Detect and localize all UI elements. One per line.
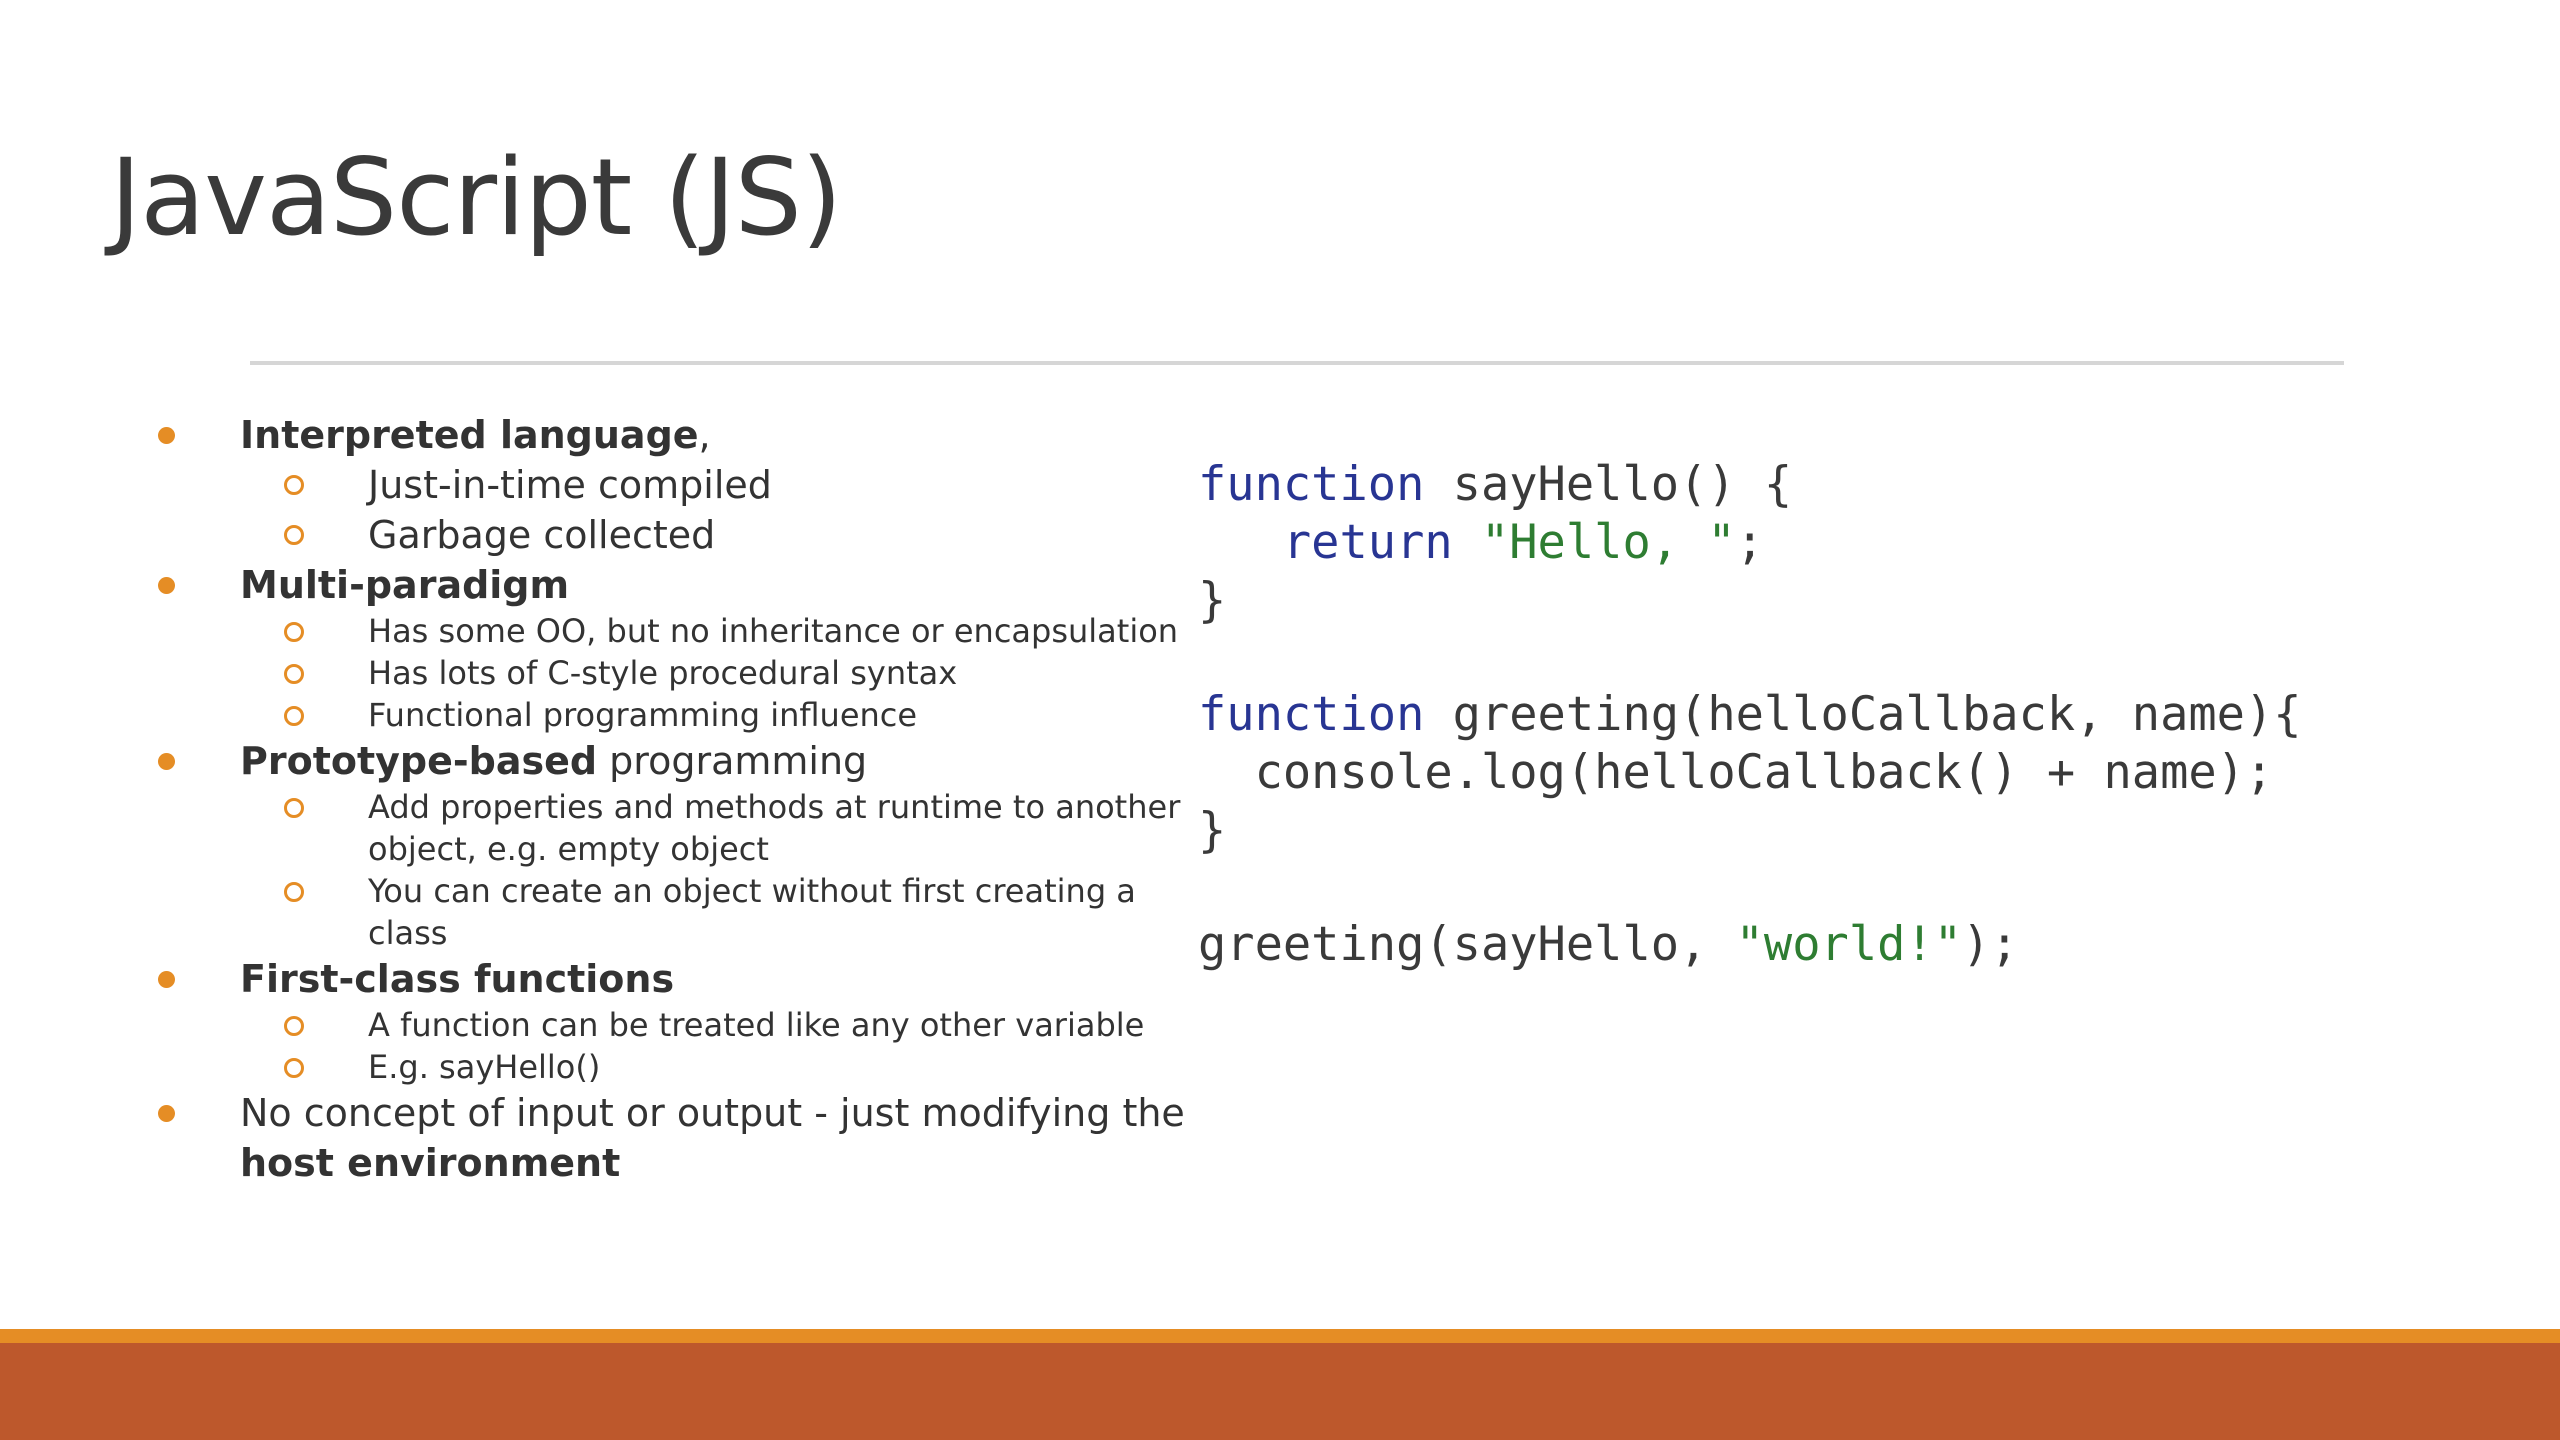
code-line: } <box>1198 802 2302 860</box>
bullet-text: No concept of input or output - just mod… <box>240 1091 1185 1135</box>
title-divider <box>250 361 2344 365</box>
code-string: "Hello, " <box>1480 515 1736 570</box>
sub-bullet-no-class: You can create an object without first c… <box>150 870 1190 954</box>
code-line: greeting(sayHello, "world!"); <box>1198 916 2302 974</box>
sub-bullet-variable: A function can be treated like any other… <box>150 1004 1190 1046</box>
sub-list: Add properties and methods at runtime to… <box>240 786 1190 954</box>
bullet-multi-paradigm: Multi-paradigm Has some OO, but no inher… <box>150 560 1190 736</box>
bullet-host-environment: No concept of input or output - just mod… <box>150 1088 1190 1188</box>
sub-bullet-c-style: Has lots of C-style procedural syntax <box>150 652 1190 694</box>
code-text: greeting(helloCallback, name){ <box>1424 687 2302 742</box>
sub-bullet-example: E.g. sayHello() <box>150 1046 1190 1088</box>
code-line: function greeting(helloCallback, name){ <box>1198 686 2302 744</box>
sub-bullet-oo: Has some OO, but no inheritance or encap… <box>150 610 1190 652</box>
code-keyword: return <box>1282 515 1453 570</box>
code-text: console.log(helloCallback() + name); <box>1198 745 2274 800</box>
sub-bullet-runtime-props: Add properties and methods at runtime to… <box>150 786 1190 870</box>
bullet-list: Interpreted language, Just-in-time compi… <box>150 410 1190 1188</box>
code-text: greeting(sayHello, <box>1198 917 1736 972</box>
code-text: ); <box>1962 917 2019 972</box>
bullet-prototype-based: Prototype-based programming Add properti… <box>150 736 1190 954</box>
code-text: ; <box>1735 515 1764 570</box>
code-text: } <box>1198 803 1227 858</box>
bullet-text: , <box>698 413 711 457</box>
slide-title: JavaScript (JS) <box>110 136 842 259</box>
bullet-strong-text: Interpreted language <box>240 413 699 457</box>
sub-bullet-jit: Just-in-time compiled <box>150 460 1190 510</box>
bullet-text: programming <box>597 739 868 783</box>
code-line: return "Hello, "; <box>1198 514 2302 572</box>
code-line: function sayHello() { <box>1198 456 2302 514</box>
sub-list: Has some OO, but no inheritance or encap… <box>240 610 1190 736</box>
bullet-strong-text: host environment <box>240 1141 621 1185</box>
code-block: function sayHello() { return "Hello, ";}… <box>1198 456 2302 974</box>
sub-bullet-functional: Functional programming influence <box>150 694 1190 736</box>
bullet-interpreted-language: Interpreted language, Just-in-time compi… <box>150 410 1190 560</box>
code-keyword: function <box>1198 687 1425 742</box>
code-text: sayHello() { <box>1424 457 1793 512</box>
code-keyword: function <box>1198 457 1425 512</box>
bullet-strong-text: Multi-paradigm <box>240 563 570 607</box>
footer-accent-stripe <box>0 1329 2560 1343</box>
bullet-first-class-functions: First-class functions A function can be … <box>150 954 1190 1088</box>
code-line: console.log(helloCallback() + name); <box>1198 744 2302 802</box>
bullet-strong-text: First-class functions <box>240 957 675 1001</box>
code-text: } <box>1198 573 1227 628</box>
bullet-strong-text: Prototype-based <box>240 739 598 783</box>
sub-bullet-gc: Garbage collected <box>150 510 1190 560</box>
sub-list: A function can be treated like any other… <box>240 1004 1190 1088</box>
sub-list: Just-in-time compiled Garbage collected <box>240 460 1190 560</box>
slide: JavaScript (JS) Interpreted language, Ju… <box>0 0 2560 1440</box>
code-line: } <box>1198 572 2302 630</box>
code-string: "world!" <box>1735 917 1963 972</box>
footer-bar <box>0 1343 2560 1440</box>
